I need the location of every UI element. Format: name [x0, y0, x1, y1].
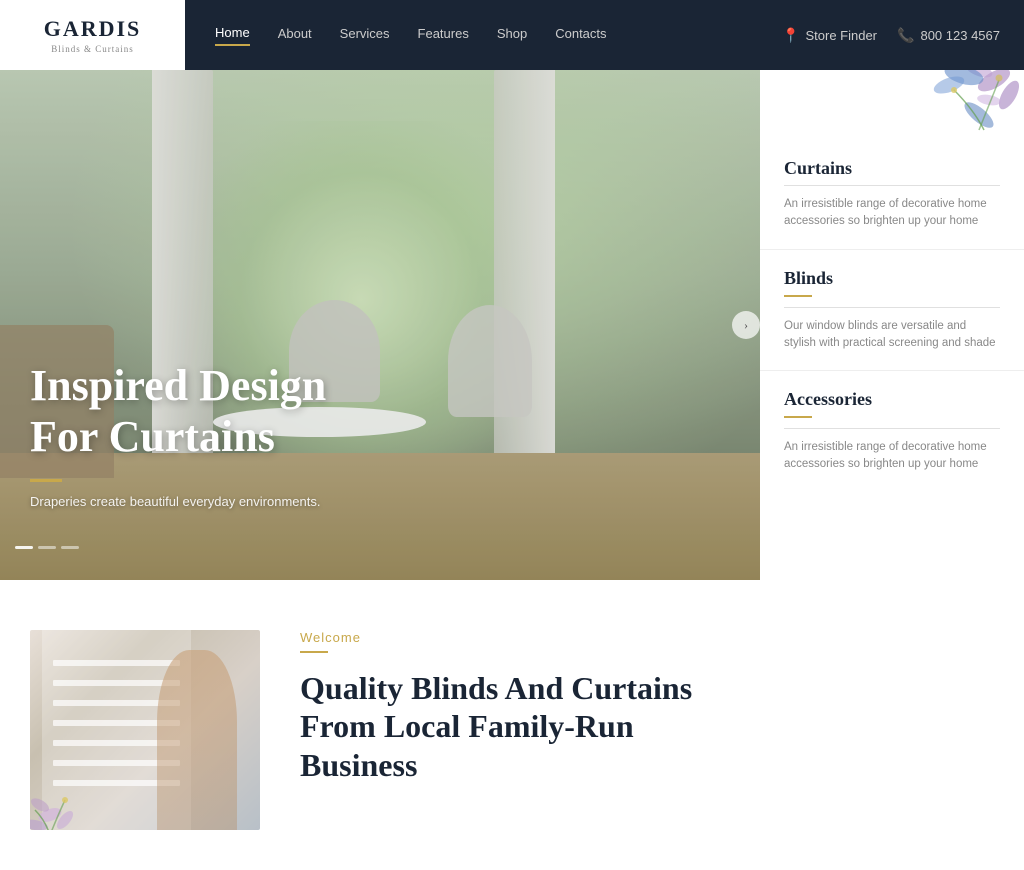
bottom-image-col — [30, 630, 260, 830]
headline-line3: Business — [300, 747, 417, 783]
nav-shop[interactable]: Shop — [497, 26, 527, 45]
hero-text-block: Inspired DesignFor Curtains Draperies cr… — [30, 361, 326, 508]
brand-subtitle: Blinds & Curtains — [51, 44, 134, 54]
welcome-accent — [300, 651, 328, 653]
curtains-title: Curtains — [784, 158, 1000, 179]
blinds-accent — [784, 295, 812, 297]
nav-links: Home About Services Features Shop Contac… — [185, 25, 782, 46]
sidebar-blinds[interactable]: Blinds Our window blinds are versatile a… — [760, 250, 1024, 372]
hero-subtext: Draperies create beautiful everyday envi… — [30, 494, 326, 509]
nav-about[interactable]: About — [278, 26, 312, 45]
headline-line1: Quality Blinds And Curtains — [300, 670, 692, 706]
chevron-right-icon: › — [744, 318, 748, 333]
blinds-desc: Our window blinds are versatile and styl… — [784, 318, 1000, 353]
slider-next-arrow[interactable]: › — [732, 311, 760, 339]
person-silhouette — [157, 650, 238, 830]
phone-number[interactable]: 📞 800 123 4567 — [897, 27, 1000, 44]
navbar: GARDIS Blinds & Curtains Home About Serv… — [0, 0, 1024, 70]
store-finder-label: Store Finder — [805, 28, 877, 43]
store-finder[interactable]: 📍 Store Finder — [782, 27, 877, 44]
welcome-label: Welcome — [300, 630, 994, 645]
brand-name: GARDIS — [44, 16, 142, 42]
curtains-desc: An irresistible range of decorative home… — [784, 196, 1000, 231]
nav-home[interactable]: Home — [215, 25, 250, 46]
sidebar-accessories[interactable]: Accessories An irresistible range of dec… — [760, 371, 1024, 492]
accessories-desc: An irresistible range of decorative home… — [784, 439, 1000, 474]
accessories-accent — [784, 416, 812, 418]
floral-svg — [824, 60, 1024, 140]
hero-image: Inspired DesignFor Curtains Draperies cr… — [0, 70, 760, 580]
sidebar-curtains[interactable]: Curtains An irresistible range of decora… — [760, 140, 1024, 250]
dot-2[interactable] — [38, 546, 56, 549]
hero-section: Inspired DesignFor Curtains Draperies cr… — [0, 70, 1024, 580]
curtains-divider — [784, 185, 1000, 186]
phone-label: 800 123 4567 — [920, 28, 1000, 43]
nav-actions: 📍 Store Finder 📞 800 123 4567 — [782, 27, 1024, 44]
hero-sidebar: Curtains An irresistible range of decora… — [760, 70, 1024, 580]
blinds-divider — [784, 307, 1000, 308]
accessories-title: Accessories — [784, 389, 1000, 410]
welcome-headline: Quality Blinds And Curtains From Local F… — [300, 669, 994, 784]
floral-decoration — [824, 60, 1024, 140]
flower-svg — [30, 755, 110, 830]
dot-1[interactable] — [15, 546, 33, 549]
headline-line2: From Local Family-Run — [300, 708, 634, 744]
slider-dots — [15, 546, 79, 549]
nav-features[interactable]: Features — [418, 26, 469, 45]
bottom-text: Welcome Quality Blinds And Curtains From… — [300, 630, 994, 784]
location-icon: 📍 — [782, 27, 799, 44]
bottom-section: Welcome Quality Blinds And Curtains From… — [0, 580, 1024, 870]
dot-3[interactable] — [61, 546, 79, 549]
accessories-divider — [784, 428, 1000, 429]
nav-contacts[interactable]: Contacts — [555, 26, 606, 45]
hero-accent — [30, 479, 62, 482]
hero-headline: Inspired DesignFor Curtains — [30, 361, 326, 462]
blinds-title: Blinds — [784, 268, 1000, 289]
bottom-image — [30, 630, 260, 830]
logo[interactable]: GARDIS Blinds & Curtains — [0, 0, 185, 70]
nav-services[interactable]: Services — [340, 26, 390, 45]
phone-icon: 📞 — [897, 27, 914, 44]
